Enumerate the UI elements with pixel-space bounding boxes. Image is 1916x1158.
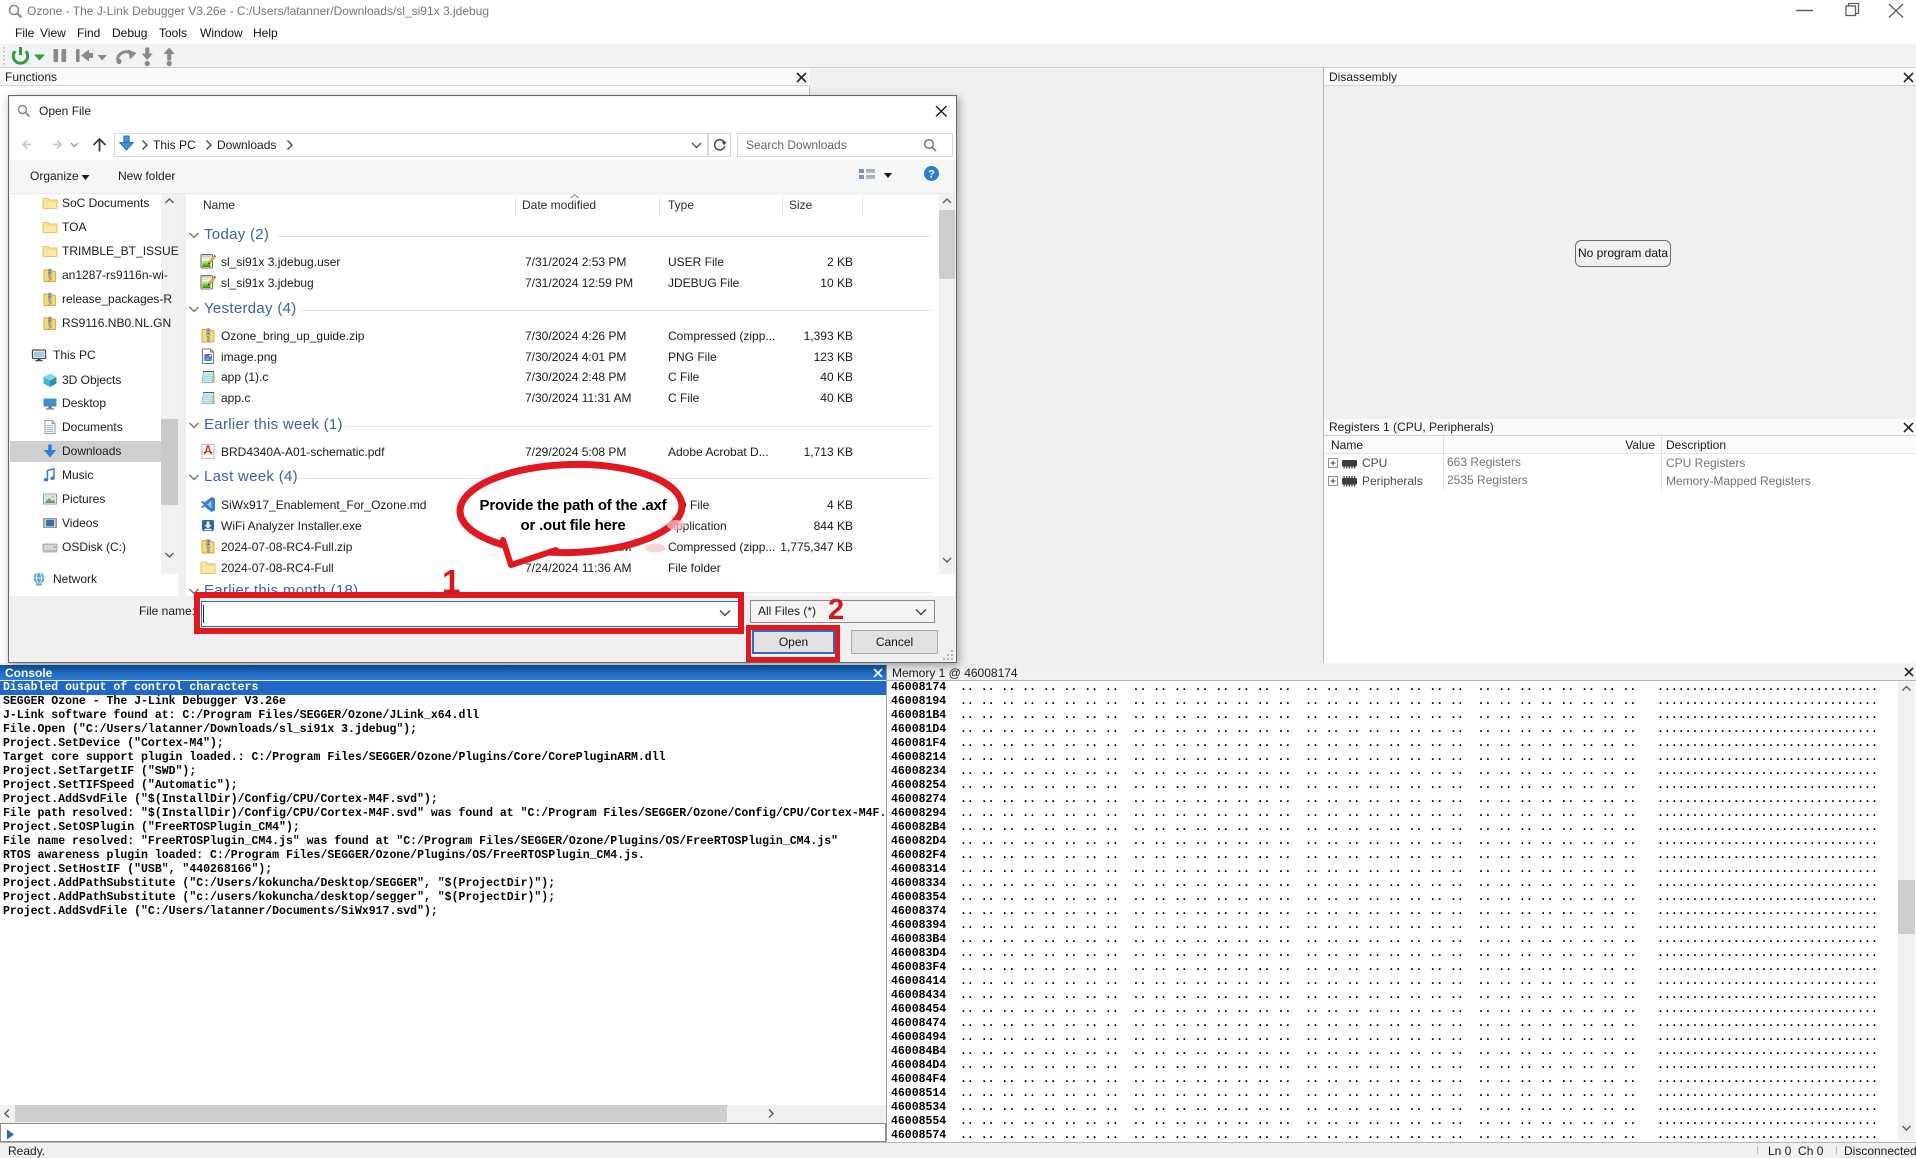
svg-text:?: ? xyxy=(928,169,935,181)
